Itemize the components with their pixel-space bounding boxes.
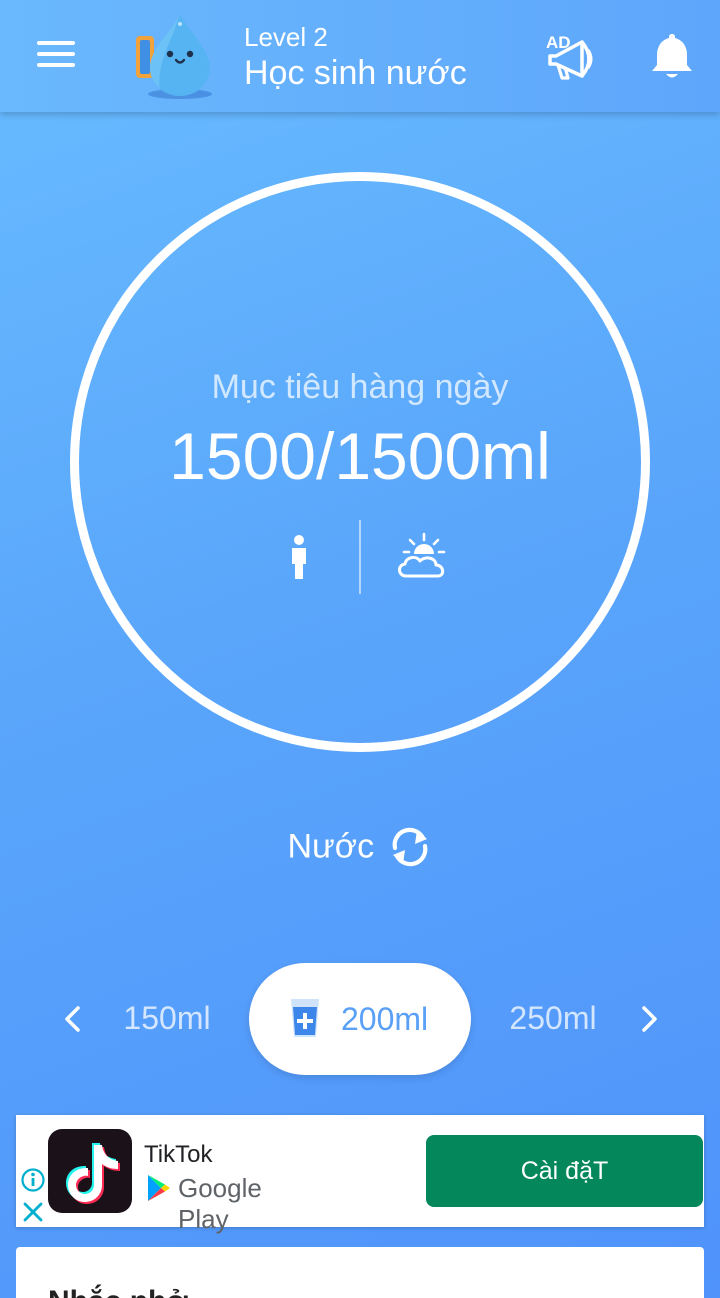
ad-app-name: TikTok bbox=[144, 1141, 213, 1168]
add-water-glass-icon bbox=[291, 999, 319, 1037]
swap-icon[interactable] bbox=[387, 826, 433, 868]
cup-size-selected-label: 200ml bbox=[341, 1001, 429, 1037]
daily-goal-value: 1500/1500ml bbox=[169, 419, 551, 493]
ad-close-icon[interactable] bbox=[20, 1199, 46, 1225]
goal-divider bbox=[359, 520, 361, 594]
rank-title: Học sinh nước bbox=[244, 54, 467, 92]
person-icon[interactable] bbox=[284, 534, 314, 580]
menu-icon-bar bbox=[37, 41, 75, 45]
app-header: Level 2 Học sinh nước AD bbox=[0, 0, 720, 112]
daily-goal-label: Mục tiêu hàng ngày bbox=[211, 368, 509, 406]
install-button[interactable]: Cài đặT bbox=[426, 1135, 703, 1207]
reminder-card[interactable]: Nhắc nhở bbox=[16, 1247, 704, 1298]
ad-banner[interactable]: TikTok Google Play Cài đặT bbox=[16, 1115, 704, 1234]
cup-size-option-prev[interactable]: 150ml bbox=[112, 1000, 222, 1037]
store-name: Google Play bbox=[178, 1173, 262, 1234]
mascot-icon[interactable] bbox=[132, 10, 224, 102]
menu-button[interactable] bbox=[30, 34, 82, 78]
chevron-right-icon[interactable] bbox=[636, 1000, 664, 1038]
bell-icon[interactable] bbox=[648, 30, 696, 82]
chevron-left-icon[interactable] bbox=[58, 1000, 86, 1038]
menu-icon-bar bbox=[37, 63, 75, 67]
weather-icon[interactable] bbox=[394, 532, 450, 580]
cup-size-selected-button[interactable]: 200ml bbox=[249, 963, 471, 1075]
tiktok-logo-icon bbox=[66, 1143, 120, 1204]
drink-type-row[interactable]: Nước bbox=[0, 826, 720, 876]
reminder-title: Nhắc nhở bbox=[48, 1285, 188, 1298]
ad-app-icon[interactable] bbox=[48, 1129, 132, 1213]
level-label: Level 2 bbox=[244, 22, 328, 52]
menu-icon-bar bbox=[37, 52, 75, 56]
ad-info-icon[interactable] bbox=[20, 1167, 46, 1193]
drink-name: Nước bbox=[287, 827, 375, 866]
google-play-icon bbox=[148, 1175, 170, 1201]
cup-size-option-next[interactable]: 250ml bbox=[498, 1000, 608, 1037]
ad-megaphone-icon[interactable]: AD bbox=[542, 28, 602, 84]
google-play-badge: Google Play bbox=[146, 1171, 306, 1234]
